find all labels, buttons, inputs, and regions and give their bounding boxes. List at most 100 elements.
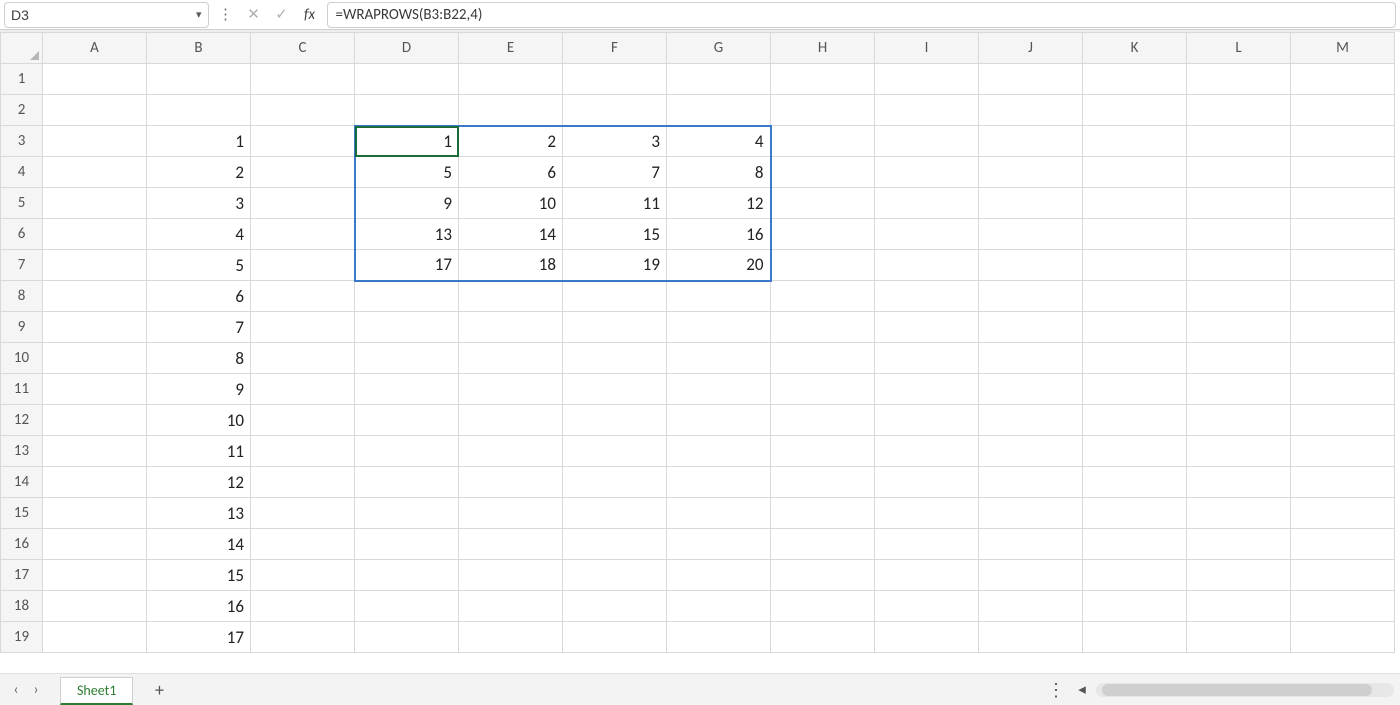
cell-L7[interactable]	[1187, 250, 1291, 281]
cell-A3[interactable]	[43, 126, 147, 157]
cell-B15[interactable]: 13	[147, 498, 251, 529]
cell-L14[interactable]	[1187, 467, 1291, 498]
column-header-G[interactable]: G	[667, 33, 771, 64]
cell-E12[interactable]	[459, 405, 563, 436]
cell-H3[interactable]	[771, 126, 875, 157]
cell-F3[interactable]: 3	[563, 126, 667, 157]
cell-C1[interactable]	[251, 64, 355, 95]
cell-F14[interactable]	[563, 467, 667, 498]
cell-F19[interactable]	[563, 622, 667, 653]
cell-L3[interactable]	[1187, 126, 1291, 157]
cell-L5[interactable]	[1187, 188, 1291, 219]
cell-M7[interactable]	[1291, 250, 1395, 281]
cell-I9[interactable]	[875, 312, 979, 343]
cell-J14[interactable]	[979, 467, 1083, 498]
cell-C4[interactable]	[251, 157, 355, 188]
triangle-left-icon[interactable]: ◂	[1074, 680, 1090, 699]
cell-I18[interactable]	[875, 591, 979, 622]
cell-H18[interactable]	[771, 591, 875, 622]
cell-I3[interactable]	[875, 126, 979, 157]
cell-J15[interactable]	[979, 498, 1083, 529]
cell-K19[interactable]	[1083, 622, 1187, 653]
cell-B6[interactable]: 4	[147, 219, 251, 250]
cancel-icon[interactable]: ✕	[243, 3, 265, 27]
row-header-2[interactable]: 2	[1, 95, 43, 126]
cell-E8[interactable]	[459, 281, 563, 312]
tab-menu-icon[interactable]: ⋮	[1042, 679, 1070, 701]
scroll-thumb[interactable]	[1102, 684, 1372, 696]
cell-A8[interactable]	[43, 281, 147, 312]
spreadsheet-grid[interactable]: ABCDEFGHIJKLM 12311234425678539101112641…	[0, 32, 1400, 673]
cell-C3[interactable]	[251, 126, 355, 157]
cell-I2[interactable]	[875, 95, 979, 126]
cell-H10[interactable]	[771, 343, 875, 374]
cell-G8[interactable]	[667, 281, 771, 312]
cell-H15[interactable]	[771, 498, 875, 529]
cell-F5[interactable]: 11	[563, 188, 667, 219]
cell-M6[interactable]	[1291, 219, 1395, 250]
cell-E7[interactable]: 18	[459, 250, 563, 281]
cell-A16[interactable]	[43, 529, 147, 560]
cell-C15[interactable]	[251, 498, 355, 529]
row-header-19[interactable]: 19	[1, 622, 43, 653]
cell-K13[interactable]	[1083, 436, 1187, 467]
formula-input[interactable]	[327, 2, 1396, 28]
cell-J8[interactable]	[979, 281, 1083, 312]
cell-A4[interactable]	[43, 157, 147, 188]
cell-L13[interactable]	[1187, 436, 1291, 467]
cell-G7[interactable]: 20	[667, 250, 771, 281]
column-header-F[interactable]: F	[563, 33, 667, 64]
cell-reference-input[interactable]	[11, 7, 192, 23]
cell-F7[interactable]: 19	[563, 250, 667, 281]
confirm-icon[interactable]: ✓	[271, 3, 293, 27]
row-header-3[interactable]: 3	[1, 126, 43, 157]
cell-B4[interactable]: 2	[147, 157, 251, 188]
column-header-A[interactable]: A	[43, 33, 147, 64]
cell-E1[interactable]	[459, 64, 563, 95]
cell-F18[interactable]	[563, 591, 667, 622]
row-header-6[interactable]: 6	[1, 219, 43, 250]
prev-sheet-icon[interactable]: ‹	[6, 679, 26, 701]
cell-L16[interactable]	[1187, 529, 1291, 560]
cell-M15[interactable]	[1291, 498, 1395, 529]
cell-C16[interactable]	[251, 529, 355, 560]
cell-D16[interactable]	[355, 529, 459, 560]
cell-C2[interactable]	[251, 95, 355, 126]
cell-M4[interactable]	[1291, 157, 1395, 188]
cell-B14[interactable]: 12	[147, 467, 251, 498]
cell-G14[interactable]	[667, 467, 771, 498]
cell-M13[interactable]	[1291, 436, 1395, 467]
cell-C18[interactable]	[251, 591, 355, 622]
cell-A13[interactable]	[43, 436, 147, 467]
cell-K12[interactable]	[1083, 405, 1187, 436]
cell-K18[interactable]	[1083, 591, 1187, 622]
cell-D5[interactable]: 9	[355, 188, 459, 219]
cell-L2[interactable]	[1187, 95, 1291, 126]
cell-B1[interactable]	[147, 64, 251, 95]
cell-I1[interactable]	[875, 64, 979, 95]
cell-A6[interactable]	[43, 219, 147, 250]
cell-L1[interactable]	[1187, 64, 1291, 95]
cell-K2[interactable]	[1083, 95, 1187, 126]
cell-J12[interactable]	[979, 405, 1083, 436]
cell-M12[interactable]	[1291, 405, 1395, 436]
cell-H5[interactable]	[771, 188, 875, 219]
cell-D2[interactable]	[355, 95, 459, 126]
cell-D8[interactable]	[355, 281, 459, 312]
cell-G12[interactable]	[667, 405, 771, 436]
cell-B8[interactable]: 6	[147, 281, 251, 312]
cell-D15[interactable]	[355, 498, 459, 529]
cell-E3[interactable]: 2	[459, 126, 563, 157]
cell-A14[interactable]	[43, 467, 147, 498]
cell-J16[interactable]	[979, 529, 1083, 560]
row-header-17[interactable]: 17	[1, 560, 43, 591]
cell-G15[interactable]	[667, 498, 771, 529]
cell-D7[interactable]: 17	[355, 250, 459, 281]
cell-A10[interactable]	[43, 343, 147, 374]
cell-C6[interactable]	[251, 219, 355, 250]
cell-F12[interactable]	[563, 405, 667, 436]
cell-D13[interactable]	[355, 436, 459, 467]
cell-C19[interactable]	[251, 622, 355, 653]
cell-M11[interactable]	[1291, 374, 1395, 405]
cell-A17[interactable]	[43, 560, 147, 591]
